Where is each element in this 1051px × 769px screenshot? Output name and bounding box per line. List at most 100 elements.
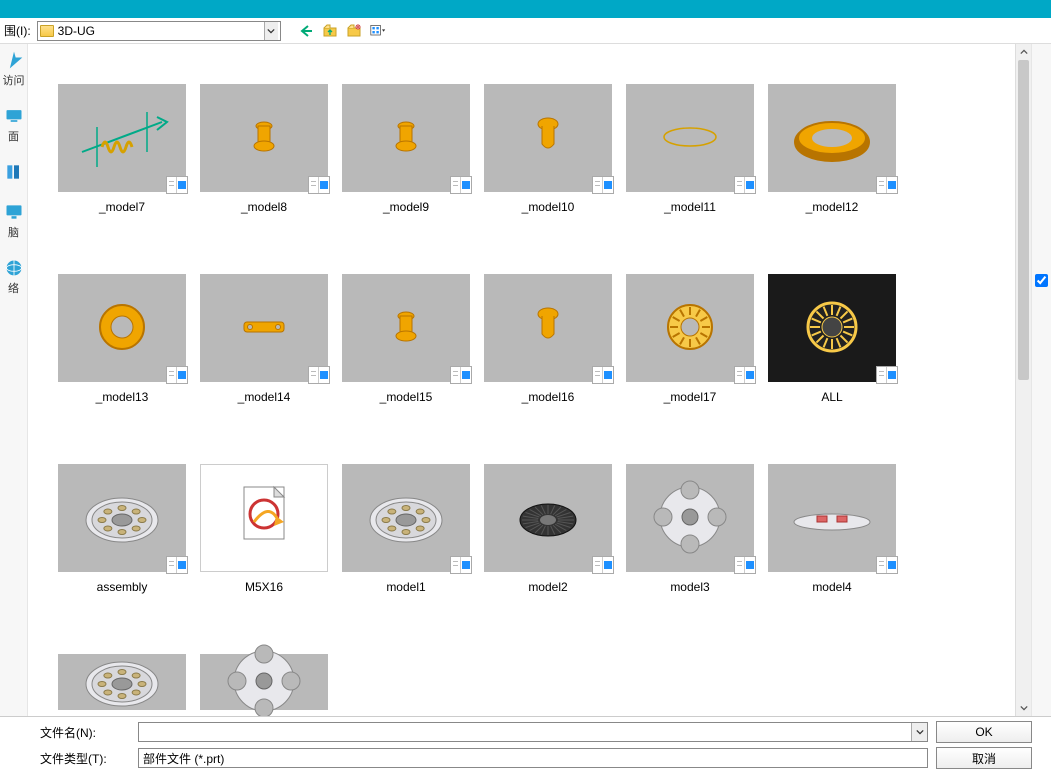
- sidebar-label: 络: [8, 280, 19, 296]
- scroll-track[interactable]: [1016, 60, 1031, 700]
- file-thumbnail: [200, 84, 328, 192]
- file-item[interactable]: _model7: [52, 84, 192, 214]
- file-item[interactable]: [194, 654, 334, 710]
- filename-input[interactable]: [138, 722, 928, 742]
- file-item[interactable]: _model9: [336, 84, 476, 214]
- file-item[interactable]: model1: [336, 464, 476, 594]
- file-thumbnail: [58, 84, 186, 192]
- file-name-label: _model14: [238, 390, 291, 404]
- file-thumbnail: [484, 464, 612, 572]
- file-thumbnail: [626, 464, 754, 572]
- clutch-icon: [72, 472, 172, 565]
- file-item[interactable]: [52, 654, 192, 710]
- file-item[interactable]: model3: [620, 464, 760, 594]
- ok-label: OK: [975, 725, 992, 739]
- filetype-badge-icon: [734, 366, 756, 384]
- file-name-label: ALL: [821, 390, 842, 404]
- disc-dark-icon: [498, 472, 598, 565]
- file-name-label: _model13: [96, 390, 149, 404]
- file-name-label: _model12: [806, 200, 859, 214]
- file-item[interactable]: _model14: [194, 274, 334, 404]
- file-item[interactable]: _model12: [762, 84, 902, 214]
- new-folder-icon[interactable]: [345, 22, 363, 40]
- file-thumbnail: [58, 274, 186, 382]
- filetype-badge-icon: [876, 176, 898, 194]
- filetype-badge-icon: [450, 556, 472, 574]
- folder-dropdown[interactable]: 3D-UG: [37, 21, 281, 41]
- network-icon: [4, 258, 24, 278]
- gear-dark-icon: [782, 282, 882, 375]
- bolt-s-icon: [356, 282, 456, 375]
- file-item[interactable]: _model11: [620, 84, 760, 214]
- back-icon[interactable]: [297, 22, 315, 40]
- file-name-label: model4: [812, 580, 851, 594]
- filetype-value: 部件文件 (*.prt): [139, 750, 228, 767]
- file-name-label: model1: [386, 580, 425, 594]
- file-item[interactable]: ALL: [762, 274, 902, 404]
- clutch-icon: [72, 636, 172, 717]
- sidebar-item[interactable]: 络: [4, 258, 24, 296]
- filetype-badge-icon: [308, 176, 330, 194]
- file-thumbnail: [484, 84, 612, 192]
- file-item[interactable]: _model10: [478, 84, 618, 214]
- file-thumbnail: [200, 654, 328, 710]
- view-menu-icon[interactable]: [369, 22, 387, 40]
- cancel-button[interactable]: 取消: [936, 747, 1032, 769]
- computer-icon: [4, 202, 24, 222]
- dialog-footer: 文件名(N): OK 文件类型(T): 部件文件 (*.prt) 取消: [0, 716, 1051, 754]
- bolt-s-icon: [214, 92, 314, 185]
- sidebar-item[interactable]: [4, 162, 24, 184]
- file-item[interactable]: assembly: [52, 464, 192, 594]
- file-thumbnail: [626, 84, 754, 192]
- filetype-badge-icon: [734, 556, 756, 574]
- ok-button[interactable]: OK: [936, 721, 1032, 743]
- chevron-down-icon[interactable]: [264, 22, 278, 40]
- filetype-badge-icon: [166, 366, 188, 384]
- vertical-scrollbar[interactable]: [1015, 44, 1031, 716]
- path-toolbar: 围(I): 3D-UG: [0, 18, 1051, 44]
- sidebar-label: 脑: [8, 224, 19, 240]
- pin-icon: [498, 92, 598, 185]
- sidebar-item[interactable]: 脑: [4, 202, 24, 240]
- plate4-icon: [214, 636, 314, 717]
- folder-name: 3D-UG: [58, 24, 260, 38]
- file-item[interactable]: model2: [478, 464, 618, 594]
- plate4-icon: [640, 472, 740, 565]
- file-name-label: assembly: [97, 580, 148, 594]
- preview-checkbox[interactable]: [1035, 274, 1048, 287]
- sidebar-label: 面: [8, 128, 19, 144]
- file-item[interactable]: _model8: [194, 84, 334, 214]
- filetype-badge-icon: [592, 366, 614, 384]
- file-item[interactable]: _model16: [478, 274, 618, 404]
- chevron-down-icon[interactable]: [911, 723, 927, 741]
- file-name-label: model3: [670, 580, 709, 594]
- folder-icon: [40, 25, 54, 37]
- file-thumbnail: [200, 274, 328, 382]
- file-thumbnail: [626, 274, 754, 382]
- file-grid: _model7 _model8 _model9_model10 _model11 _mo…: [28, 44, 1015, 716]
- file-item[interactable]: M5X16: [194, 464, 334, 594]
- file-name-label: _model7: [99, 200, 145, 214]
- file-item[interactable]: model4: [762, 464, 902, 594]
- filename-label: 文件名(N):: [40, 724, 130, 741]
- file-item[interactable]: _model17: [620, 274, 760, 404]
- filetype-badge-icon: [592, 176, 614, 194]
- file-name-label: _model11: [664, 200, 716, 214]
- file-item[interactable]: _model13: [52, 274, 192, 404]
- sidebar-item[interactable]: 面: [4, 106, 24, 144]
- scroll-thumb[interactable]: [1018, 60, 1029, 380]
- strip-icon: [782, 472, 882, 565]
- filetype-select[interactable]: 部件文件 (*.prt): [138, 748, 928, 768]
- file-thumbnail: [484, 274, 612, 382]
- file-item[interactable]: _model15: [336, 274, 476, 404]
- file-name-label: _model16: [522, 390, 575, 404]
- file-name-label: _model15: [380, 390, 433, 404]
- filetype-badge-icon: [450, 176, 472, 194]
- places-sidebar: 访问 面 脑 络: [0, 44, 28, 716]
- scroll-up-icon[interactable]: [1016, 44, 1031, 60]
- sidebar-item[interactable]: 访问: [3, 50, 25, 88]
- scroll-down-icon[interactable]: [1016, 700, 1031, 716]
- file-name-label: _model8: [241, 200, 287, 214]
- up-folder-icon[interactable]: [321, 22, 339, 40]
- file-thumbnail: [342, 464, 470, 572]
